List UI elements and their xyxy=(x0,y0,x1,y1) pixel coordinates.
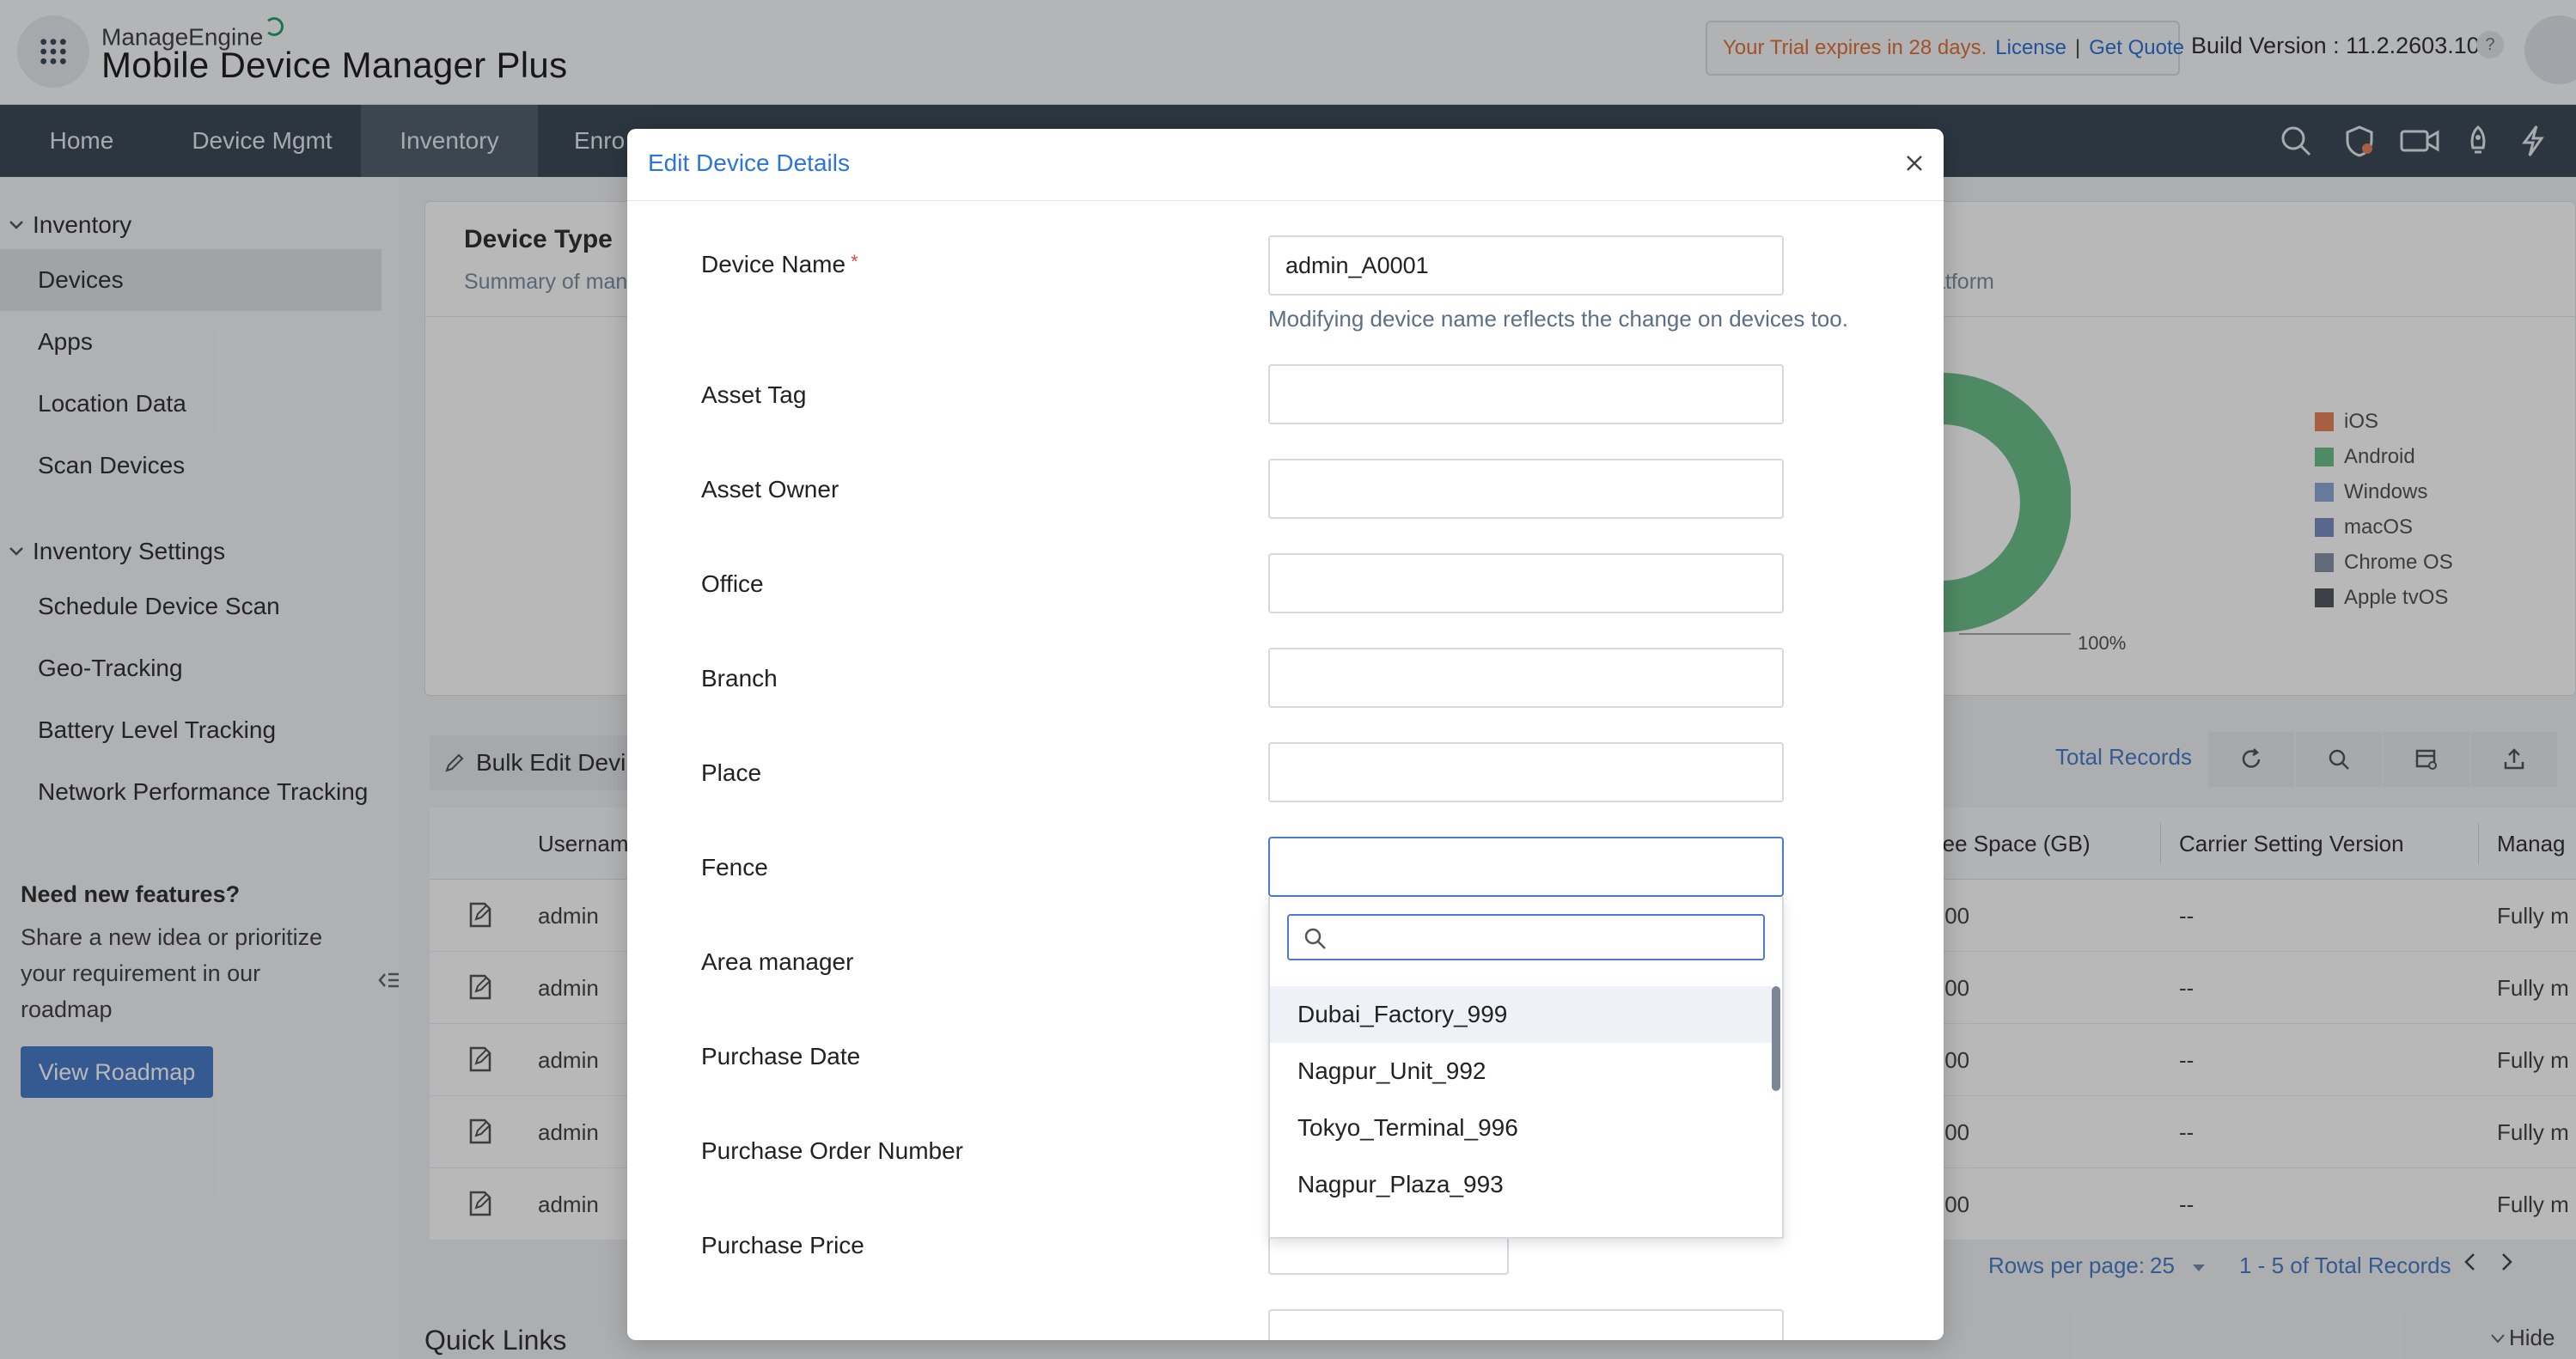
next-field-input[interactable] xyxy=(1268,1309,1784,1340)
purchase-date-label: Purchase Date xyxy=(701,1043,861,1070)
device-name-label-text: Device Name xyxy=(701,251,846,277)
device-name-label: Device Name * xyxy=(701,251,858,278)
fence-option[interactable]: Dubai_Factory_999 xyxy=(1270,986,1772,1043)
fence-option[interactable]: Tokyo_Terminal_996 xyxy=(1270,1100,1772,1156)
fence-option[interactable]: Nagpur_Unit_992 xyxy=(1270,1043,1772,1100)
close-icon[interactable] xyxy=(1899,148,1930,179)
fence-select[interactable] xyxy=(1268,837,1784,897)
fence-option[interactable]: Nagpur_Plaza_993 xyxy=(1270,1156,1772,1213)
search-icon xyxy=(1304,928,1326,949)
modal-title: Edit Device Details xyxy=(648,149,850,176)
device-name-input[interactable] xyxy=(1268,235,1784,296)
office-input[interactable] xyxy=(1268,553,1784,613)
edit-device-modal: Edit Device Details Device Name* Modifyi… xyxy=(627,129,1944,1340)
device-name-helper: Modifying device name reflects the chang… xyxy=(1268,306,1848,332)
modal-header: Edit Device Details xyxy=(627,129,1944,201)
place-label: Place xyxy=(701,759,762,786)
asset-tag-input[interactable] xyxy=(1268,364,1784,424)
office-label: Office xyxy=(701,570,764,597)
purchase-price-label: Purchase Price xyxy=(701,1232,864,1258)
branch-label: Branch xyxy=(701,665,778,692)
asset-owner-input[interactable] xyxy=(1268,459,1784,519)
fence-search-input[interactable] xyxy=(1340,923,1753,952)
asset-owner-label: Asset Owner xyxy=(701,476,839,503)
area-manager-label: Area manager xyxy=(701,948,854,975)
branch-input[interactable] xyxy=(1268,648,1784,708)
fence-dropdown: Dubai_Factory_999 Nagpur_Unit_992 Tokyo_… xyxy=(1268,897,1784,1239)
purchase-order-label: Purchase Order Number xyxy=(701,1137,964,1164)
place-input[interactable] xyxy=(1268,742,1784,802)
fence-search-box[interactable] xyxy=(1287,914,1765,960)
fence-label: Fence xyxy=(701,854,768,881)
required-mark: * xyxy=(851,251,858,272)
asset-tag-label: Asset Tag xyxy=(701,381,807,408)
dropdown-scrollbar[interactable] xyxy=(1772,986,1780,1091)
